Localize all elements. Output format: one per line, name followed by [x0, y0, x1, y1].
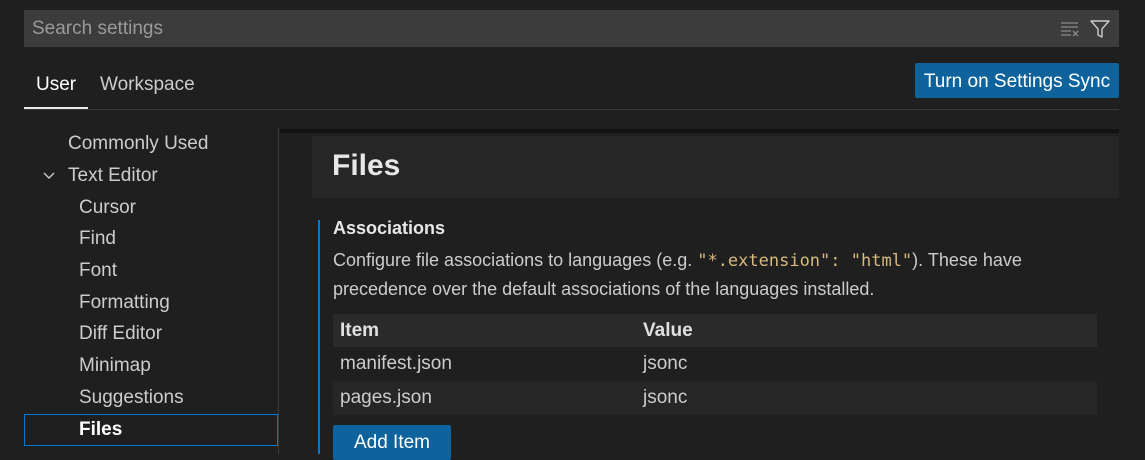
cell-item: pages.json	[340, 387, 432, 408]
table-row[interactable]: manifest.json jsonc	[333, 347, 1097, 381]
description-text: Configure file associations to languages…	[333, 250, 698, 270]
description-code: "*.extension": "html"	[697, 251, 913, 271]
toc-item-label: Font	[79, 260, 118, 281]
table-row[interactable]: pages.json jsonc	[333, 381, 1097, 415]
toc-item-files[interactable]: Files	[24, 414, 278, 446]
toc-item-label: Diff Editor	[79, 323, 163, 344]
toc-item-text-editor[interactable]: Text Editor	[24, 160, 278, 191]
setting-focus-indicator	[318, 220, 320, 454]
toc-item-label: Files	[79, 419, 123, 440]
tab-workspace[interactable]: Workspace	[88, 66, 207, 107]
column-header-value: Value	[643, 320, 693, 341]
toc-item-label: Text Editor	[68, 165, 158, 186]
section-header: Files	[312, 136, 1119, 198]
toc-item-label: Find	[79, 228, 116, 249]
toc-item-label: Commonly Used	[68, 133, 209, 154]
toc-divider	[278, 128, 279, 454]
setting-description: Configure file associations to languages…	[333, 246, 1103, 303]
cell-value: jsonc	[643, 387, 688, 408]
search-bar	[24, 10, 1119, 47]
content-shadow	[280, 129, 1119, 133]
cell-item: manifest.json	[340, 353, 452, 374]
setting-title: Associations	[333, 218, 446, 238]
toc-item-suggestions[interactable]: Suggestions	[24, 382, 278, 413]
cell-value: jsonc	[643, 353, 688, 374]
turn-on-settings-sync-button[interactable]: Turn on Settings Sync	[915, 63, 1119, 98]
toc-item-diff-editor[interactable]: Diff Editor	[24, 318, 278, 349]
toc-item-minimap[interactable]: Minimap	[24, 350, 278, 381]
toc-item-label: Formatting	[79, 292, 170, 313]
settings-toc: Commonly Used Text Editor Cursor Find Fo…	[24, 128, 278, 454]
table-header-row: Item Value	[333, 314, 1097, 347]
toc-item-cursor[interactable]: Cursor	[24, 192, 278, 223]
column-header-item: Item	[340, 320, 380, 341]
chevron-down-icon	[43, 172, 55, 179]
filter-icon[interactable]	[1089, 18, 1111, 40]
toc-item-commonly-used[interactable]: Commonly Used	[24, 128, 278, 159]
section-title: Files	[332, 149, 401, 182]
toc-item-formatting[interactable]: Formatting	[24, 287, 278, 318]
toc-item-font[interactable]: Font	[24, 255, 278, 286]
toc-item-label: Minimap	[79, 355, 151, 376]
tabs-divider	[24, 109, 1119, 110]
add-item-button[interactable]: Add Item	[333, 425, 451, 460]
search-input[interactable]	[24, 10, 1052, 47]
clear-filter-icon[interactable]	[1059, 18, 1081, 40]
toc-item-label: Suggestions	[79, 387, 184, 408]
toc-item-find[interactable]: Find	[24, 223, 278, 254]
toc-item-label: Cursor	[79, 197, 137, 218]
associations-table: Item Value manifest.json jsonc pages.jso…	[333, 314, 1097, 415]
tab-user[interactable]: User	[24, 66, 89, 109]
